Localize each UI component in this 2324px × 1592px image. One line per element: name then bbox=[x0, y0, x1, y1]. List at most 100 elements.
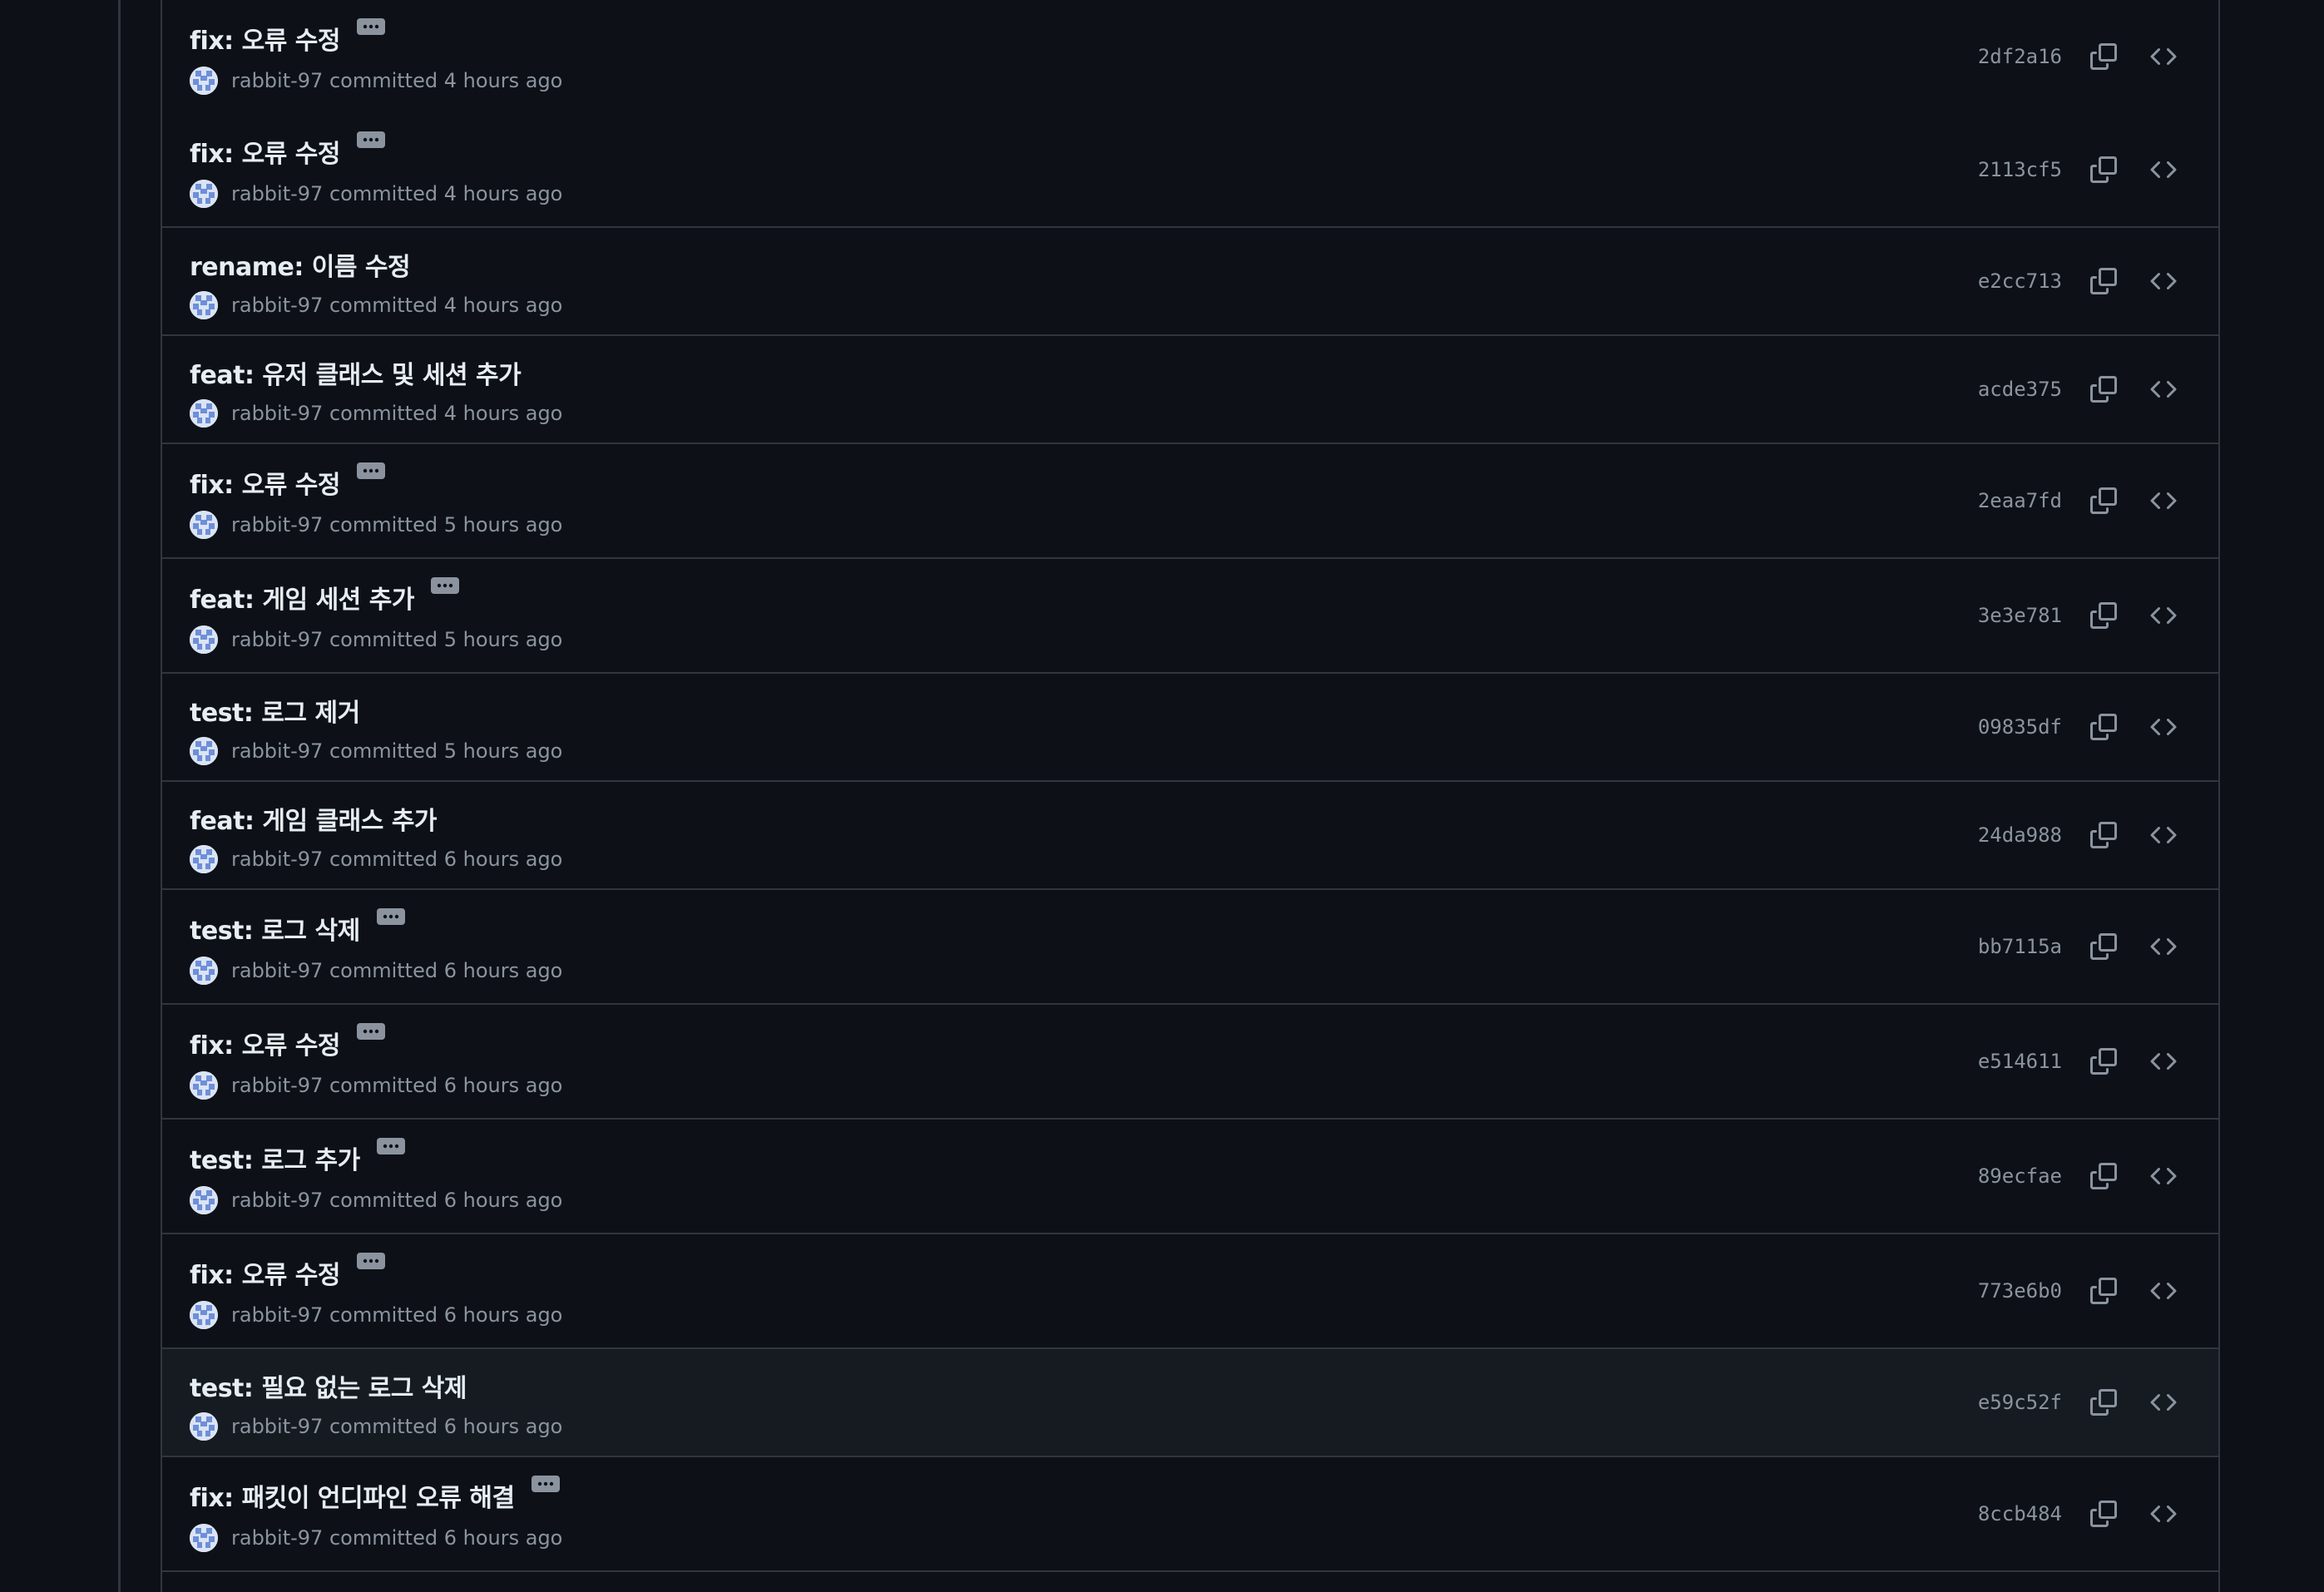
browse-repo-button[interactable] bbox=[2145, 1384, 2182, 1421]
commit-sha-link[interactable]: acde375 bbox=[1962, 378, 2062, 401]
browse-repo-button[interactable] bbox=[2145, 1273, 2182, 1309]
avatar[interactable] bbox=[190, 1071, 218, 1100]
commit-message-link[interactable]: fix: 오류 수정 bbox=[190, 1025, 340, 1061]
author-link[interactable]: rabbit-97 bbox=[231, 628, 323, 651]
expand-message-button[interactable] bbox=[356, 18, 385, 35]
browse-repo-button[interactable] bbox=[2145, 1496, 2182, 1532]
commit-message-link[interactable]: fix: 오류 수정 bbox=[190, 464, 340, 501]
expand-message-button[interactable] bbox=[356, 462, 385, 479]
commit-sha-link[interactable]: 2113cf5 bbox=[1962, 158, 2062, 181]
author-link[interactable]: rabbit-97 bbox=[231, 182, 323, 205]
browse-repo-button[interactable] bbox=[2145, 482, 2182, 519]
avatar[interactable] bbox=[190, 1524, 218, 1552]
copy-sha-button[interactable] bbox=[2085, 1384, 2122, 1421]
commit-sha-link[interactable]: 2eaa7fd bbox=[1962, 489, 2062, 512]
commit-message-link[interactable]: test: 로그 제거 bbox=[190, 692, 360, 729]
author-link[interactable]: rabbit-97 bbox=[231, 1415, 323, 1438]
copy-sha-button[interactable] bbox=[2085, 1496, 2122, 1532]
expand-message-button[interactable] bbox=[376, 1138, 405, 1154]
commit-message-link[interactable]: feat: 유저 클래스 및 세션 추가 bbox=[190, 354, 522, 391]
avatar[interactable] bbox=[190, 1412, 218, 1441]
commit-sha-link[interactable]: bb7115a bbox=[1962, 935, 2062, 958]
copy-sha-button[interactable] bbox=[2085, 38, 2122, 75]
commit-verb: committed bbox=[329, 628, 438, 651]
browse-repo-button[interactable] bbox=[2145, 371, 2182, 408]
commit-message-link[interactable]: rename: 이름 수정 bbox=[190, 246, 411, 283]
commit-sha-link[interactable]: 773e6b0 bbox=[1962, 1279, 2062, 1303]
expand-message-button[interactable] bbox=[356, 1023, 385, 1040]
commit-row: fix: 패킷이 언디파인 오류 해결 rabbit-97 committed … bbox=[162, 1457, 2218, 1572]
author-link[interactable]: rabbit-97 bbox=[231, 1074, 323, 1097]
browse-repo-button[interactable] bbox=[2145, 1158, 2182, 1194]
avatar[interactable] bbox=[190, 180, 218, 208]
row-actions: e514611 bbox=[1962, 1005, 2218, 1118]
copy-sha-button[interactable] bbox=[2085, 263, 2122, 299]
browse-repo-button[interactable] bbox=[2145, 709, 2182, 745]
commit-sha-link[interactable]: 8ccb484 bbox=[1962, 1502, 2062, 1525]
relative-time: 6 hours ago bbox=[443, 1526, 563, 1550]
commit-sha-link[interactable]: 3e3e781 bbox=[1962, 604, 2062, 627]
commit-sha-link[interactable]: e514611 bbox=[1962, 1050, 2062, 1073]
copy-sha-button[interactable] bbox=[2085, 709, 2122, 745]
copy-sha-button[interactable] bbox=[2085, 1158, 2122, 1194]
browse-repo-button[interactable] bbox=[2145, 38, 2182, 75]
commit-message-link[interactable]: fix: 오류 수정 bbox=[190, 1254, 340, 1291]
copy-sha-button[interactable] bbox=[2085, 151, 2122, 188]
commit-sha-link[interactable]: 2df2a16 bbox=[1962, 45, 2062, 68]
commit-message-link[interactable]: test: 로그 삭제 bbox=[190, 910, 360, 947]
commit-message-link[interactable]: fix: 오류 수정 bbox=[190, 133, 340, 170]
author-link[interactable]: rabbit-97 bbox=[231, 959, 323, 982]
expand-message-button[interactable] bbox=[356, 1253, 385, 1269]
copy-sha-button[interactable] bbox=[2085, 1043, 2122, 1080]
browse-repo-button[interactable] bbox=[2145, 597, 2182, 634]
commit-message-link[interactable]: test: 필요 없는 로그 삭제 bbox=[190, 1367, 467, 1404]
code-icon bbox=[2150, 47, 2177, 66]
browse-repo-button[interactable] bbox=[2145, 151, 2182, 188]
avatar[interactable] bbox=[190, 67, 218, 95]
avatar[interactable] bbox=[190, 1301, 218, 1329]
browse-repo-button[interactable] bbox=[2145, 928, 2182, 965]
author-link[interactable]: rabbit-97 bbox=[231, 402, 323, 425]
copy-sha-button[interactable] bbox=[2085, 371, 2122, 408]
author-link[interactable]: rabbit-97 bbox=[231, 1526, 323, 1550]
avatar[interactable] bbox=[190, 625, 218, 654]
browse-repo-button[interactable] bbox=[2145, 263, 2182, 299]
author-link[interactable]: rabbit-97 bbox=[231, 69, 323, 92]
expand-message-button[interactable] bbox=[430, 577, 459, 594]
avatar[interactable] bbox=[190, 291, 218, 319]
author-link[interactable]: rabbit-97 bbox=[231, 513, 323, 536]
browse-repo-button[interactable] bbox=[2145, 817, 2182, 853]
author-link[interactable]: rabbit-97 bbox=[231, 294, 323, 317]
avatar[interactable] bbox=[190, 845, 218, 873]
copy-sha-button[interactable] bbox=[2085, 482, 2122, 519]
copy-sha-button[interactable] bbox=[2085, 928, 2122, 965]
author-link[interactable]: rabbit-97 bbox=[231, 1189, 323, 1212]
avatar[interactable] bbox=[190, 511, 218, 539]
author-link[interactable]: rabbit-97 bbox=[231, 848, 323, 871]
avatar[interactable] bbox=[190, 957, 218, 985]
commit-sha-link[interactable]: 09835df bbox=[1962, 715, 2062, 739]
commit-sha-link[interactable]: 89ecfae bbox=[1962, 1164, 2062, 1188]
author-link[interactable]: rabbit-97 bbox=[231, 739, 323, 763]
commit-sha-link[interactable]: e59c52f bbox=[1962, 1391, 2062, 1414]
copy-sha-button[interactable] bbox=[2085, 1273, 2122, 1309]
copy-sha-button[interactable] bbox=[2085, 817, 2122, 853]
commit-message-link[interactable]: test: 로그 추가 bbox=[190, 1140, 360, 1176]
avatar[interactable] bbox=[190, 399, 218, 428]
avatar[interactable] bbox=[190, 1186, 218, 1214]
commit-message-link[interactable]: feat: 게임 세션 추가 bbox=[190, 579, 414, 616]
commit-message-link[interactable]: feat: 게임 클래스 추가 bbox=[190, 800, 438, 837]
avatar[interactable] bbox=[190, 737, 218, 765]
commit-sha-link[interactable]: e2cc713 bbox=[1962, 269, 2062, 293]
commit-sha-link[interactable]: 24da988 bbox=[1962, 823, 2062, 847]
commit-message-link[interactable]: fix: 오류 수정 bbox=[190, 20, 340, 57]
copy-sha-button[interactable] bbox=[2085, 597, 2122, 634]
expand-message-button[interactable] bbox=[356, 131, 385, 148]
browse-repo-button[interactable] bbox=[2145, 1043, 2182, 1080]
author-link[interactable]: rabbit-97 bbox=[231, 1303, 323, 1327]
relative-time: 4 hours ago bbox=[443, 182, 563, 205]
commit-message-link[interactable]: fix: 패킷이 언디파인 오류 해결 bbox=[190, 1477, 515, 1514]
expand-message-button[interactable] bbox=[531, 1476, 560, 1492]
identicon-avatar bbox=[190, 957, 218, 985]
expand-message-button[interactable] bbox=[376, 908, 405, 925]
